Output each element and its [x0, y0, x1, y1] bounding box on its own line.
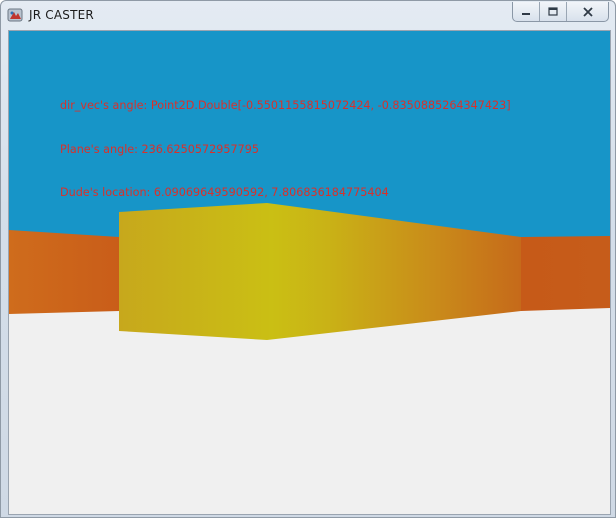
minimize-button[interactable] — [513, 2, 540, 21]
distant-wall-right — [521, 236, 610, 311]
close-button[interactable] — [567, 2, 608, 21]
app-window: JR CASTER dir_vec's angle: Point2D.Doubl… — [0, 0, 616, 518]
close-icon — [582, 2, 594, 21]
plane-angle-text: Plane's angle: 236.6250572957795 — [60, 142, 259, 156]
dude-location-text: Dude's location: 6.09069649590592, 7.806… — [60, 186, 389, 199]
title-bar[interactable]: JR CASTER — [1, 1, 615, 29]
maximize-icon — [547, 2, 559, 21]
maximize-button[interactable] — [540, 2, 567, 21]
dir-vec-angle-text: dir_vec's angle: Point2D.Double[-0.55011… — [60, 99, 511, 112]
debug-overlay: dir_vec's angle: Point2D.Double[-0.55011… — [60, 70, 511, 230]
window-title: JR CASTER — [29, 8, 94, 22]
minimize-icon — [520, 2, 532, 21]
window-controls — [512, 2, 609, 22]
app-icon[interactable] — [7, 7, 23, 23]
render-canvas[interactable]: dir_vec's angle: Point2D.Double[-0.55011… — [8, 30, 611, 515]
distant-wall-left — [9, 230, 119, 314]
